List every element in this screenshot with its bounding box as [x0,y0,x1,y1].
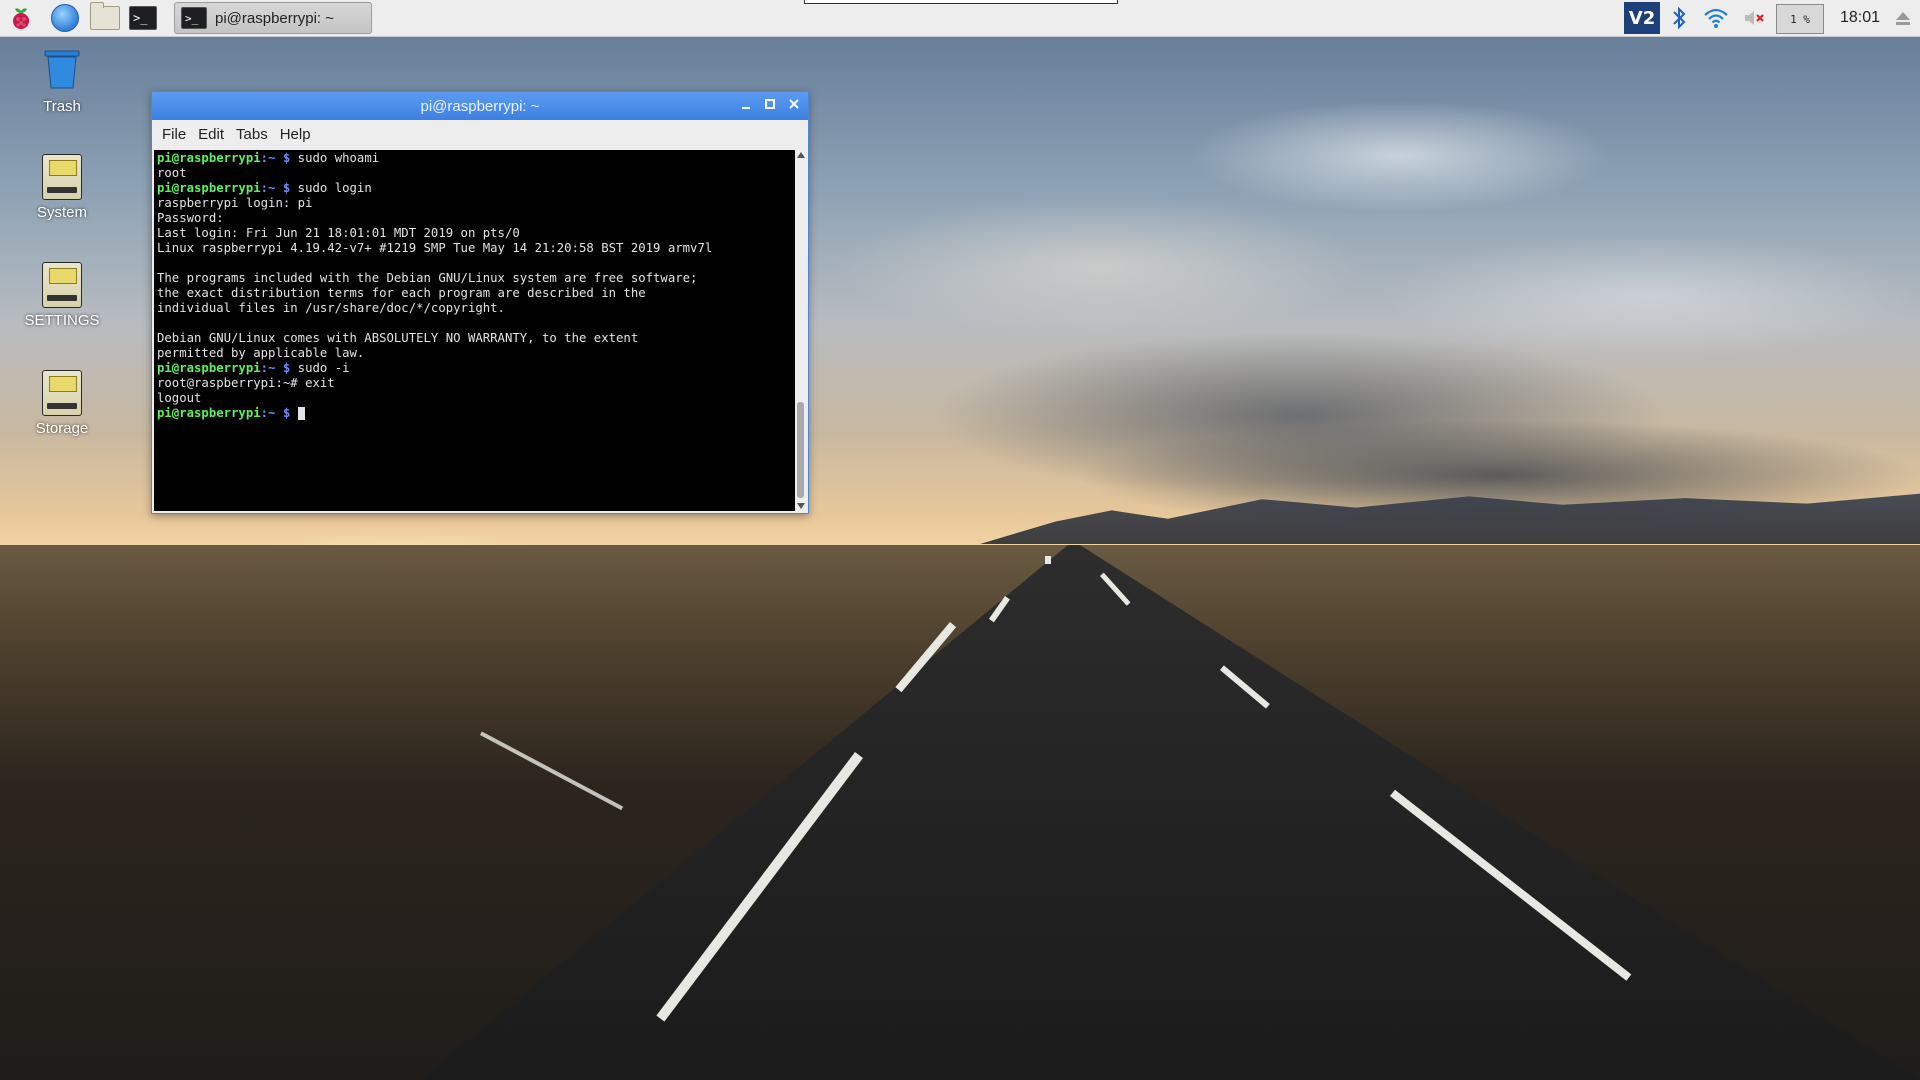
terminal-output-line: Debian GNU/Linux comes with ABSOLUTELY N… [157,331,639,345]
prompt-user: pi@raspberrypi [157,151,261,165]
prompt-path: :~ $ [260,151,291,165]
scrollbar-thumb[interactable] [797,402,804,498]
desktop-icon-storage[interactable]: Storage [18,370,106,437]
trash-icon [44,50,80,89]
terminal-scrollbar[interactable] [795,150,806,511]
menu-file[interactable]: File [160,124,188,145]
prompt-user: pi@raspberrypi [157,406,261,420]
desktop-icon-label: Storage [35,420,89,437]
terminal-prompt-line: pi@raspberrypi:~ $ sudo login [157,181,792,196]
prompt-path: :~ $ [260,406,291,420]
desktop-icon-settings[interactable]: SETTINGS [18,262,106,329]
terminal-output-line: Linux raspberrypi 4.19.42-v7+ #1219 SMP … [157,241,713,255]
clock[interactable]: 18:01 [1828,0,1892,36]
terminal-prompt-line: pi@raspberrypi:~ $ sudo -i [157,361,792,376]
terminal-prompt-line: pi@raspberrypi:~ $ sudo whoami [157,151,792,166]
terminal-window: pi@raspberrypi: ~ File Edit Tabs Help pi… [151,91,809,514]
terminal-output-line: raspberrypi login: pi [157,196,313,210]
terminal-prompt-line: pi@raspberrypi:~ $ [157,406,792,421]
drive-icon [42,154,82,200]
folder-icon [90,2,120,30]
terminal-icon: >_ [129,6,157,30]
eject-icon[interactable] [1890,0,1916,36]
terminal-output-line: individual files in /usr/share/doc/*/cop… [157,301,505,315]
drive-icon [42,262,82,308]
prompt-user: pi@raspberrypi [157,361,261,375]
desktop-icon-system[interactable]: System [18,154,106,221]
terminal-output-line: permitted by applicable law. [157,346,365,360]
menu-bar: File Edit Tabs Help [152,120,808,148]
raspberry-icon [13,8,29,29]
prompt-command: sudo login [290,181,372,195]
minimize-button[interactable] [736,96,756,116]
desktop-icon-label: System [36,204,87,221]
close-button[interactable] [784,96,804,116]
maximize-icon [765,99,775,109]
window-title: pi@raspberrypi: ~ [420,98,540,115]
top-panel: >_ >_ pi@raspberrypi: ~ V2 1 % 18:01 [0,0,1920,37]
menu-tabs[interactable]: Tabs [234,124,270,145]
scroll-down-arrow-icon[interactable] [797,503,805,509]
bluetooth-icon[interactable] [1668,0,1690,36]
prompt-path: :~ $ [260,181,291,195]
terminal-output-line: the exact distribution terms for each pr… [157,286,646,300]
volume-muted-icon[interactable] [1740,0,1768,36]
terminal-output[interactable]: pi@raspberrypi:~ $ sudo whoami root pi@ras… [154,150,795,511]
taskbar-button-label: pi@raspberrypi: ~ [215,9,335,27]
terminal-output-line: root@raspberrypi:~# exit [157,376,335,390]
window-titlebar[interactable]: pi@raspberrypi: ~ [152,92,808,120]
taskbar-terminal-button[interactable]: >_ pi@raspberrypi: ~ [174,2,372,34]
close-icon [789,99,799,109]
file-manager-launcher[interactable] [90,2,120,33]
terminal-launcher[interactable]: >_ [128,3,158,33]
minimize-icon [742,107,750,109]
menu-help[interactable]: Help [278,124,313,145]
menu-edit[interactable]: Edit [196,124,226,145]
terminal-output-line: The programs included with the Debian GN… [157,271,698,285]
cpu-usage-monitor[interactable]: 1 % [1776,4,1824,34]
prompt-command [290,406,297,420]
terminal-output-line: Last login: Fri Jun 21 18:01:01 MDT 2019… [157,226,520,240]
prompt-path: :~ $ [260,361,291,375]
scroll-up-arrow-icon[interactable] [797,152,805,158]
desktop-icon-label: SETTINGS [24,312,100,329]
desktop-icon-trash[interactable]: Trash [18,48,106,115]
vnc-server-icon[interactable]: V2 [1624,2,1660,34]
drive-icon [42,370,82,416]
prompt-command: sudo -i [290,361,350,375]
terminal-output-line: root [157,166,187,180]
wifi-icon[interactable] [1700,0,1732,36]
prompt-user: pi@raspberrypi [157,181,261,195]
terminal-output-line: logout [157,391,202,405]
terminal-output-line: Password: [157,211,224,225]
raspberry-menu-button[interactable] [6,3,36,33]
road-lane-marking [1045,556,1051,564]
globe-icon [51,4,79,32]
desktop-icon-label: Trash [43,98,81,115]
terminal-icon: >_ [181,7,207,29]
maximize-button[interactable] [760,96,780,116]
prompt-command: sudo whoami [290,151,380,165]
text-cursor [297,407,305,420]
web-browser-launcher[interactable] [50,3,80,33]
panel-blank-box [804,0,1118,4]
